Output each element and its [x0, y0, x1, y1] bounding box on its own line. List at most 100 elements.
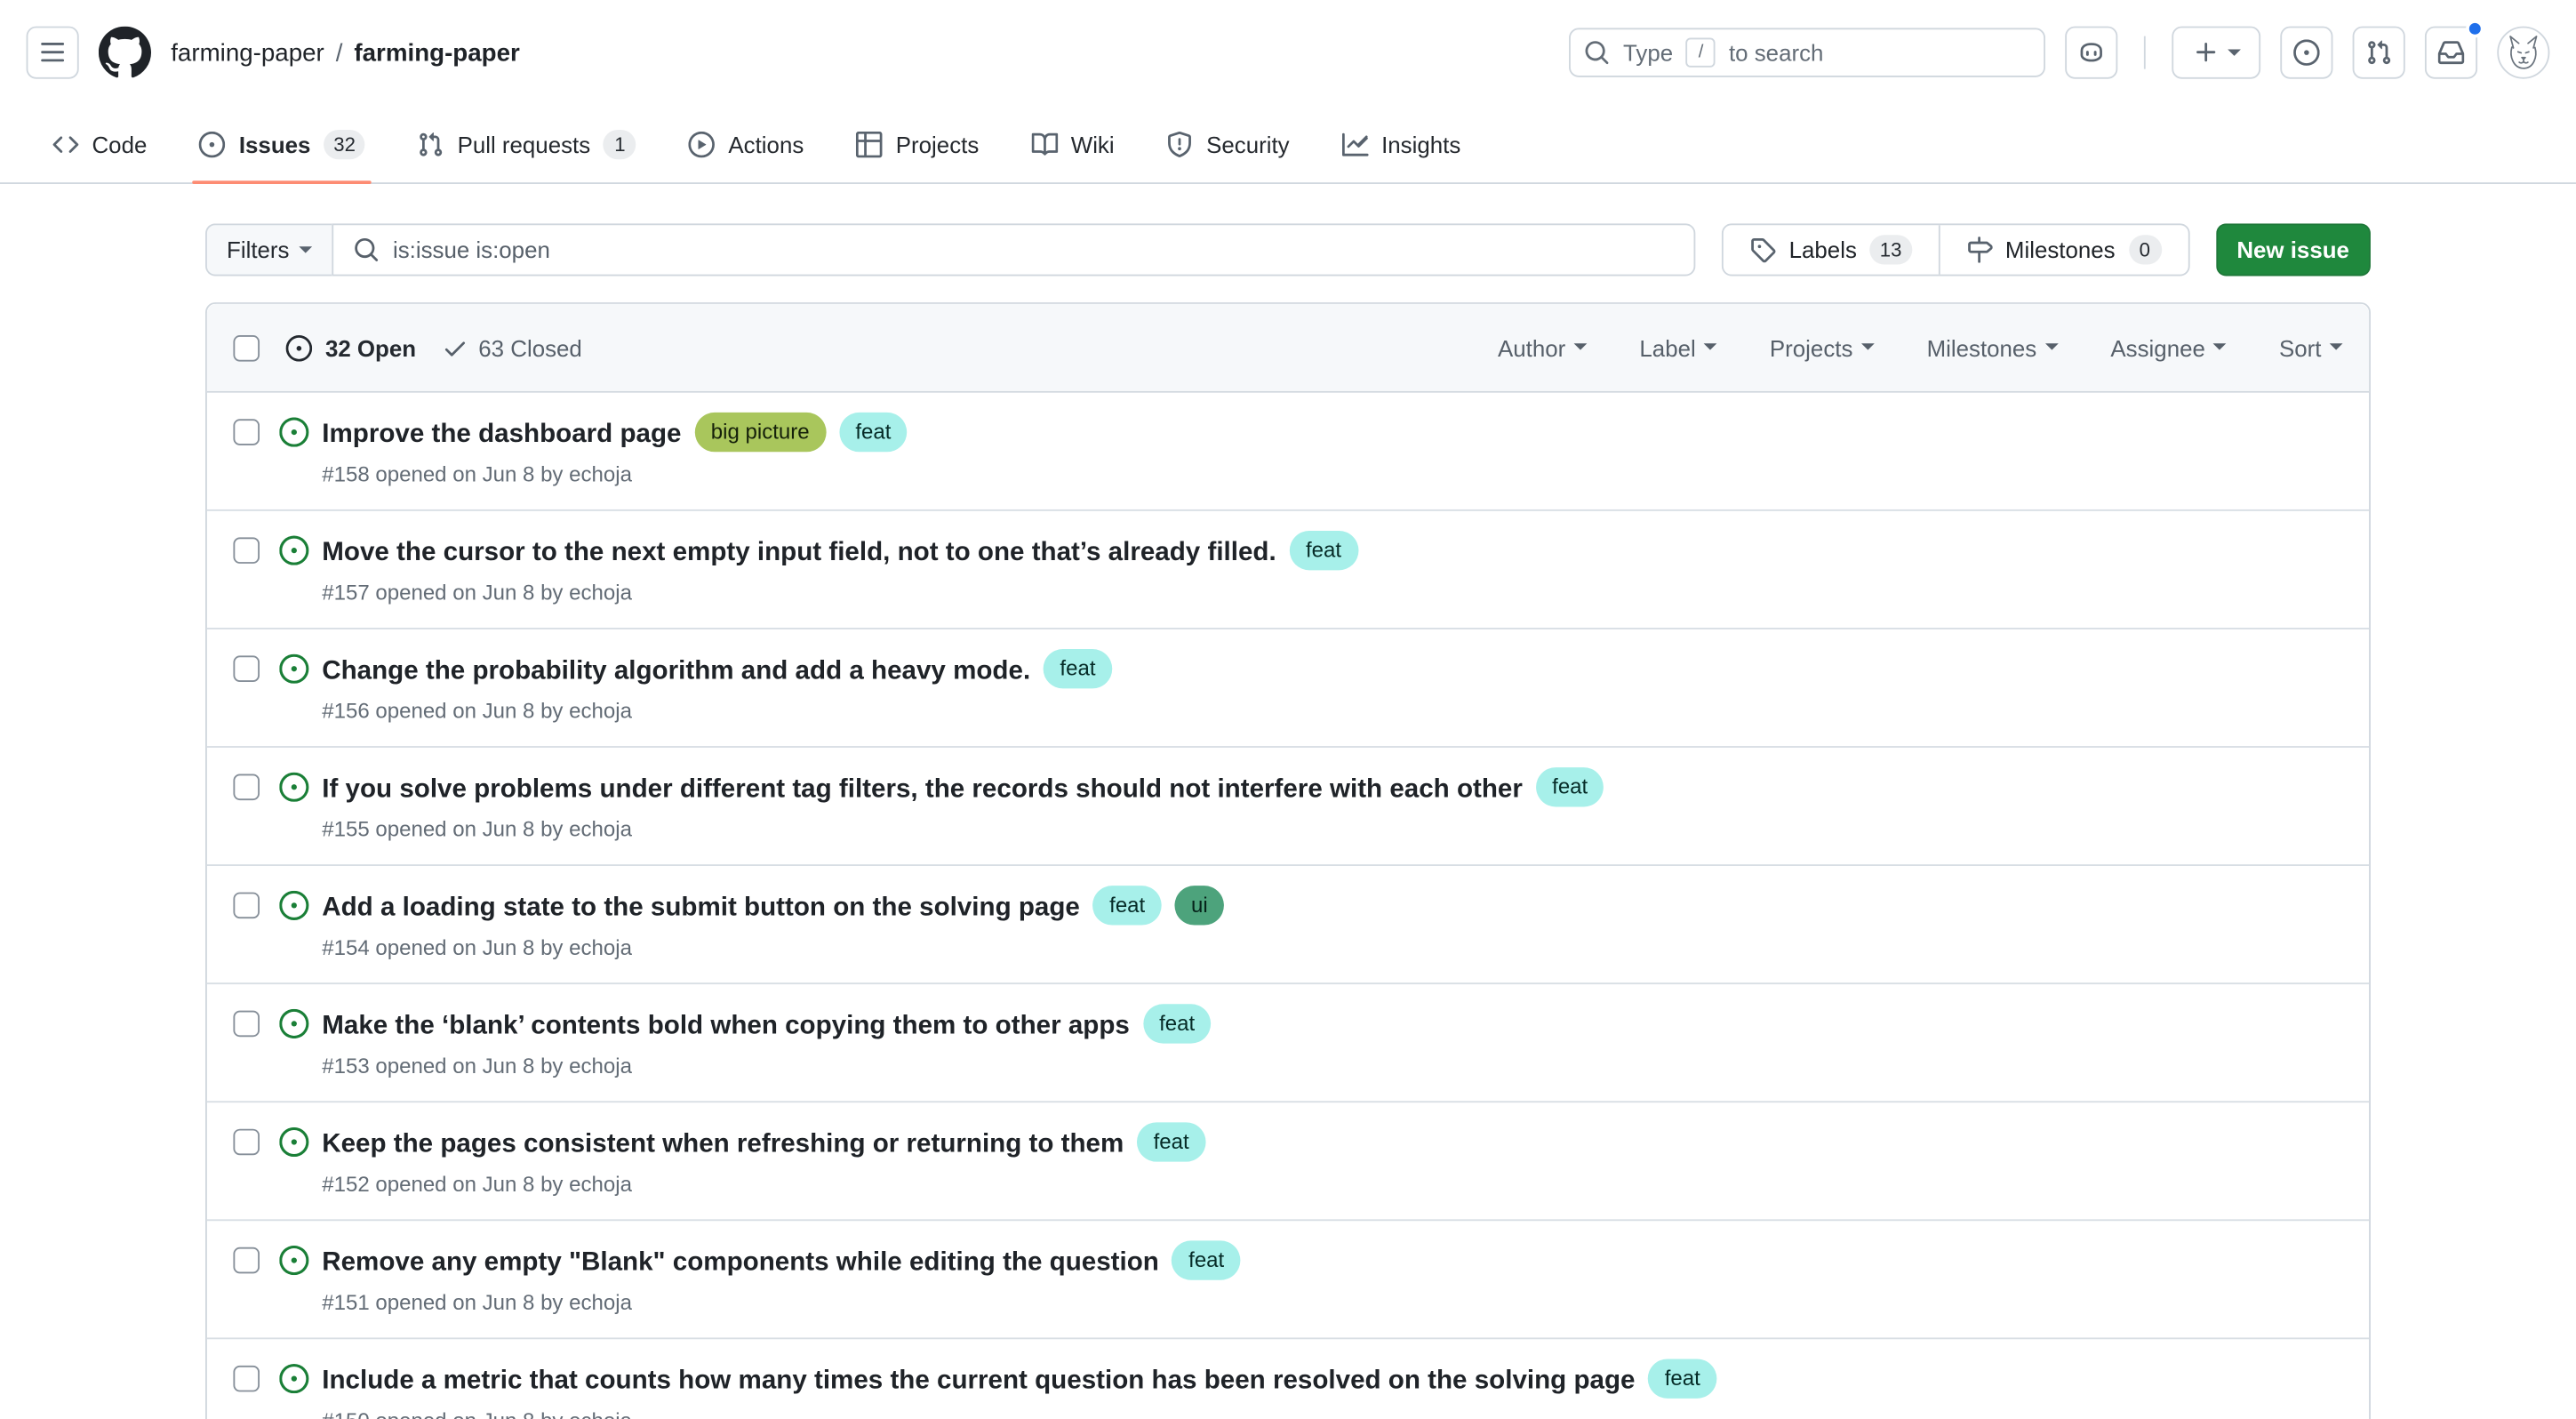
open-issue-icon: [279, 654, 308, 726]
issue-title[interactable]: Change the probability algorithm and add…: [322, 657, 1030, 685]
tab-security[interactable]: Security: [1148, 105, 1309, 182]
caret-down-icon: [2330, 343, 2343, 357]
milestones-count-badge: 0: [2128, 235, 2161, 264]
issue-label[interactable]: ui: [1174, 886, 1224, 925]
issue-row: Include a metric that counts how many ti…: [207, 1339, 2369, 1419]
issue-content: Move the cursor to the next empty input …: [322, 531, 2342, 608]
issue-opened-icon: [199, 131, 226, 157]
tab-actions[interactable]: Actions: [669, 105, 824, 182]
issue-label[interactable]: feat: [1536, 767, 1604, 806]
breadcrumb-owner[interactable]: farming-paper: [171, 38, 324, 66]
create-new-button[interactable]: [2172, 27, 2260, 79]
hamburger-menu-icon: [39, 39, 66, 66]
list-filter-dropdowns: Author Label Projects Milestones Assigne…: [1498, 334, 2343, 361]
label-dropdown[interactable]: Label: [1639, 334, 1716, 361]
search-placeholder-suffix: to search: [1729, 39, 1823, 66]
issue-content: Add a loading state to the submit button…: [322, 886, 2342, 963]
issue-checkbox[interactable]: [233, 893, 260, 919]
issue-label[interactable]: feat: [1093, 886, 1162, 925]
issues-list: 32 Open 63 Closed Author Label Projects …: [205, 302, 2371, 1419]
insights-icon: [1342, 131, 1369, 157]
issue-title[interactable]: Add a loading state to the submit button…: [322, 894, 1080, 921]
issue-row: Change the probability algorithm and add…: [207, 629, 2369, 748]
labels-button[interactable]: Labels 13: [1724, 225, 1938, 274]
issue-meta: #151 opened on Jun 8 by echoja: [322, 1288, 2342, 1318]
tab-label: Code: [92, 131, 147, 157]
breadcrumb-repo[interactable]: farming-paper: [354, 38, 519, 66]
issues-toolbar: Filters is:issue is:open Labels 13 Miles…: [205, 223, 2371, 276]
issue-title[interactable]: Move the cursor to the next empty input …: [322, 539, 1276, 566]
tab-label: Security: [1206, 131, 1289, 157]
tab-pull-requests[interactable]: Pull requests 1: [398, 105, 656, 182]
issue-meta: #150 opened on Jun 8 by echoja: [322, 1407, 2342, 1419]
issue-row: Keep the pages consistent when refreshin…: [207, 1102, 2369, 1221]
issues-search-input[interactable]: is:issue is:open: [332, 223, 1696, 276]
caret-down-icon: [1573, 343, 1587, 357]
issue-checkbox[interactable]: [233, 1129, 260, 1156]
milestones-button[interactable]: Milestones 0: [1938, 225, 2188, 274]
tab-insights[interactable]: Insights: [1323, 105, 1481, 182]
hamburger-menu-button[interactable]: [27, 27, 79, 79]
closed-issues-filter[interactable]: 63 Closed: [443, 334, 582, 361]
issue-label[interactable]: feat: [839, 413, 908, 452]
issue-checkbox[interactable]: [233, 1366, 260, 1392]
your-issues-button[interactable]: [2280, 27, 2332, 79]
issue-checkbox[interactable]: [233, 1011, 260, 1038]
tab-issues[interactable]: Issues 32: [180, 105, 385, 182]
issue-checkbox[interactable]: [233, 1247, 260, 1274]
copilot-icon: [2076, 38, 2106, 68]
open-issues-filter[interactable]: 32 Open: [286, 334, 416, 361]
issue-label[interactable]: feat: [1137, 1122, 1205, 1161]
issue-label[interactable]: feat: [1648, 1359, 1716, 1398]
open-issue-icon: [279, 891, 308, 963]
your-pull-requests-button[interactable]: [2353, 27, 2405, 79]
tab-label: Projects: [896, 131, 979, 157]
tab-projects[interactable]: Projects: [836, 105, 998, 182]
filters-label: Filters: [227, 236, 289, 263]
select-all-checkbox[interactable]: [233, 334, 260, 361]
open-issue-icon: [279, 1246, 308, 1318]
projects-dropdown[interactable]: Projects: [1770, 334, 1875, 361]
pull-request-icon: [418, 131, 444, 157]
user-avatar[interactable]: [2497, 27, 2549, 79]
github-logo[interactable]: [99, 27, 151, 79]
issue-checkbox[interactable]: [233, 537, 260, 564]
global-search-input[interactable]: Type / to search: [1569, 28, 2045, 76]
cat-avatar-sketch: [2499, 28, 2548, 76]
issue-label[interactable]: feat: [1044, 649, 1112, 688]
issue-row: Move the cursor to the next empty input …: [207, 511, 2369, 629]
search-placeholder-prefix: Type: [1623, 39, 1673, 66]
issue-title[interactable]: Remove any empty "Blank" components whil…: [322, 1249, 1159, 1277]
issue-title[interactable]: Include a metric that counts how many ti…: [322, 1367, 1635, 1395]
tab-code[interactable]: Code: [33, 105, 167, 182]
inbox-icon: [2438, 39, 2465, 66]
closed-count-label: 63 Closed: [478, 334, 582, 361]
issue-meta: #157 opened on Jun 8 by echoja: [322, 579, 2342, 608]
issue-title[interactable]: If you solve problems under different ta…: [322, 775, 1523, 803]
issues-count-badge: 32: [324, 129, 365, 158]
security-icon: [1167, 131, 1194, 157]
copilot-button[interactable]: [2065, 27, 2117, 79]
open-issue-icon: [279, 1009, 308, 1081]
filters-dropdown-button[interactable]: Filters: [205, 223, 332, 276]
issue-content: Keep the pages consistent when refreshin…: [322, 1122, 2342, 1199]
issue-title[interactable]: Keep the pages consistent when refreshin…: [322, 1131, 1124, 1158]
issue-title[interactable]: Improve the dashboard page: [322, 421, 681, 448]
assignee-dropdown[interactable]: Assignee: [2110, 334, 2226, 361]
issue-checkbox[interactable]: [233, 419, 260, 445]
sort-dropdown[interactable]: Sort: [2279, 334, 2343, 361]
issue-label[interactable]: feat: [1143, 1004, 1212, 1043]
global-header: farming-paper / farming-paper Type / to …: [0, 0, 2576, 105]
issue-checkbox[interactable]: [233, 655, 260, 682]
milestones-dropdown[interactable]: Milestones: [1927, 334, 2059, 361]
plus-icon: [2192, 39, 2219, 66]
issue-title[interactable]: Make the ‘blank’ contents bold when copy…: [322, 1012, 1130, 1039]
open-issue-icon: [279, 1127, 308, 1199]
issue-label[interactable]: feat: [1289, 531, 1357, 570]
author-dropdown[interactable]: Author: [1498, 334, 1587, 361]
tab-wiki[interactable]: Wiki: [1012, 105, 1134, 182]
issue-label[interactable]: big picture: [694, 413, 826, 452]
issue-label[interactable]: feat: [1172, 1240, 1241, 1279]
new-issue-button[interactable]: New issue: [2215, 223, 2371, 276]
issue-checkbox[interactable]: [233, 774, 260, 801]
